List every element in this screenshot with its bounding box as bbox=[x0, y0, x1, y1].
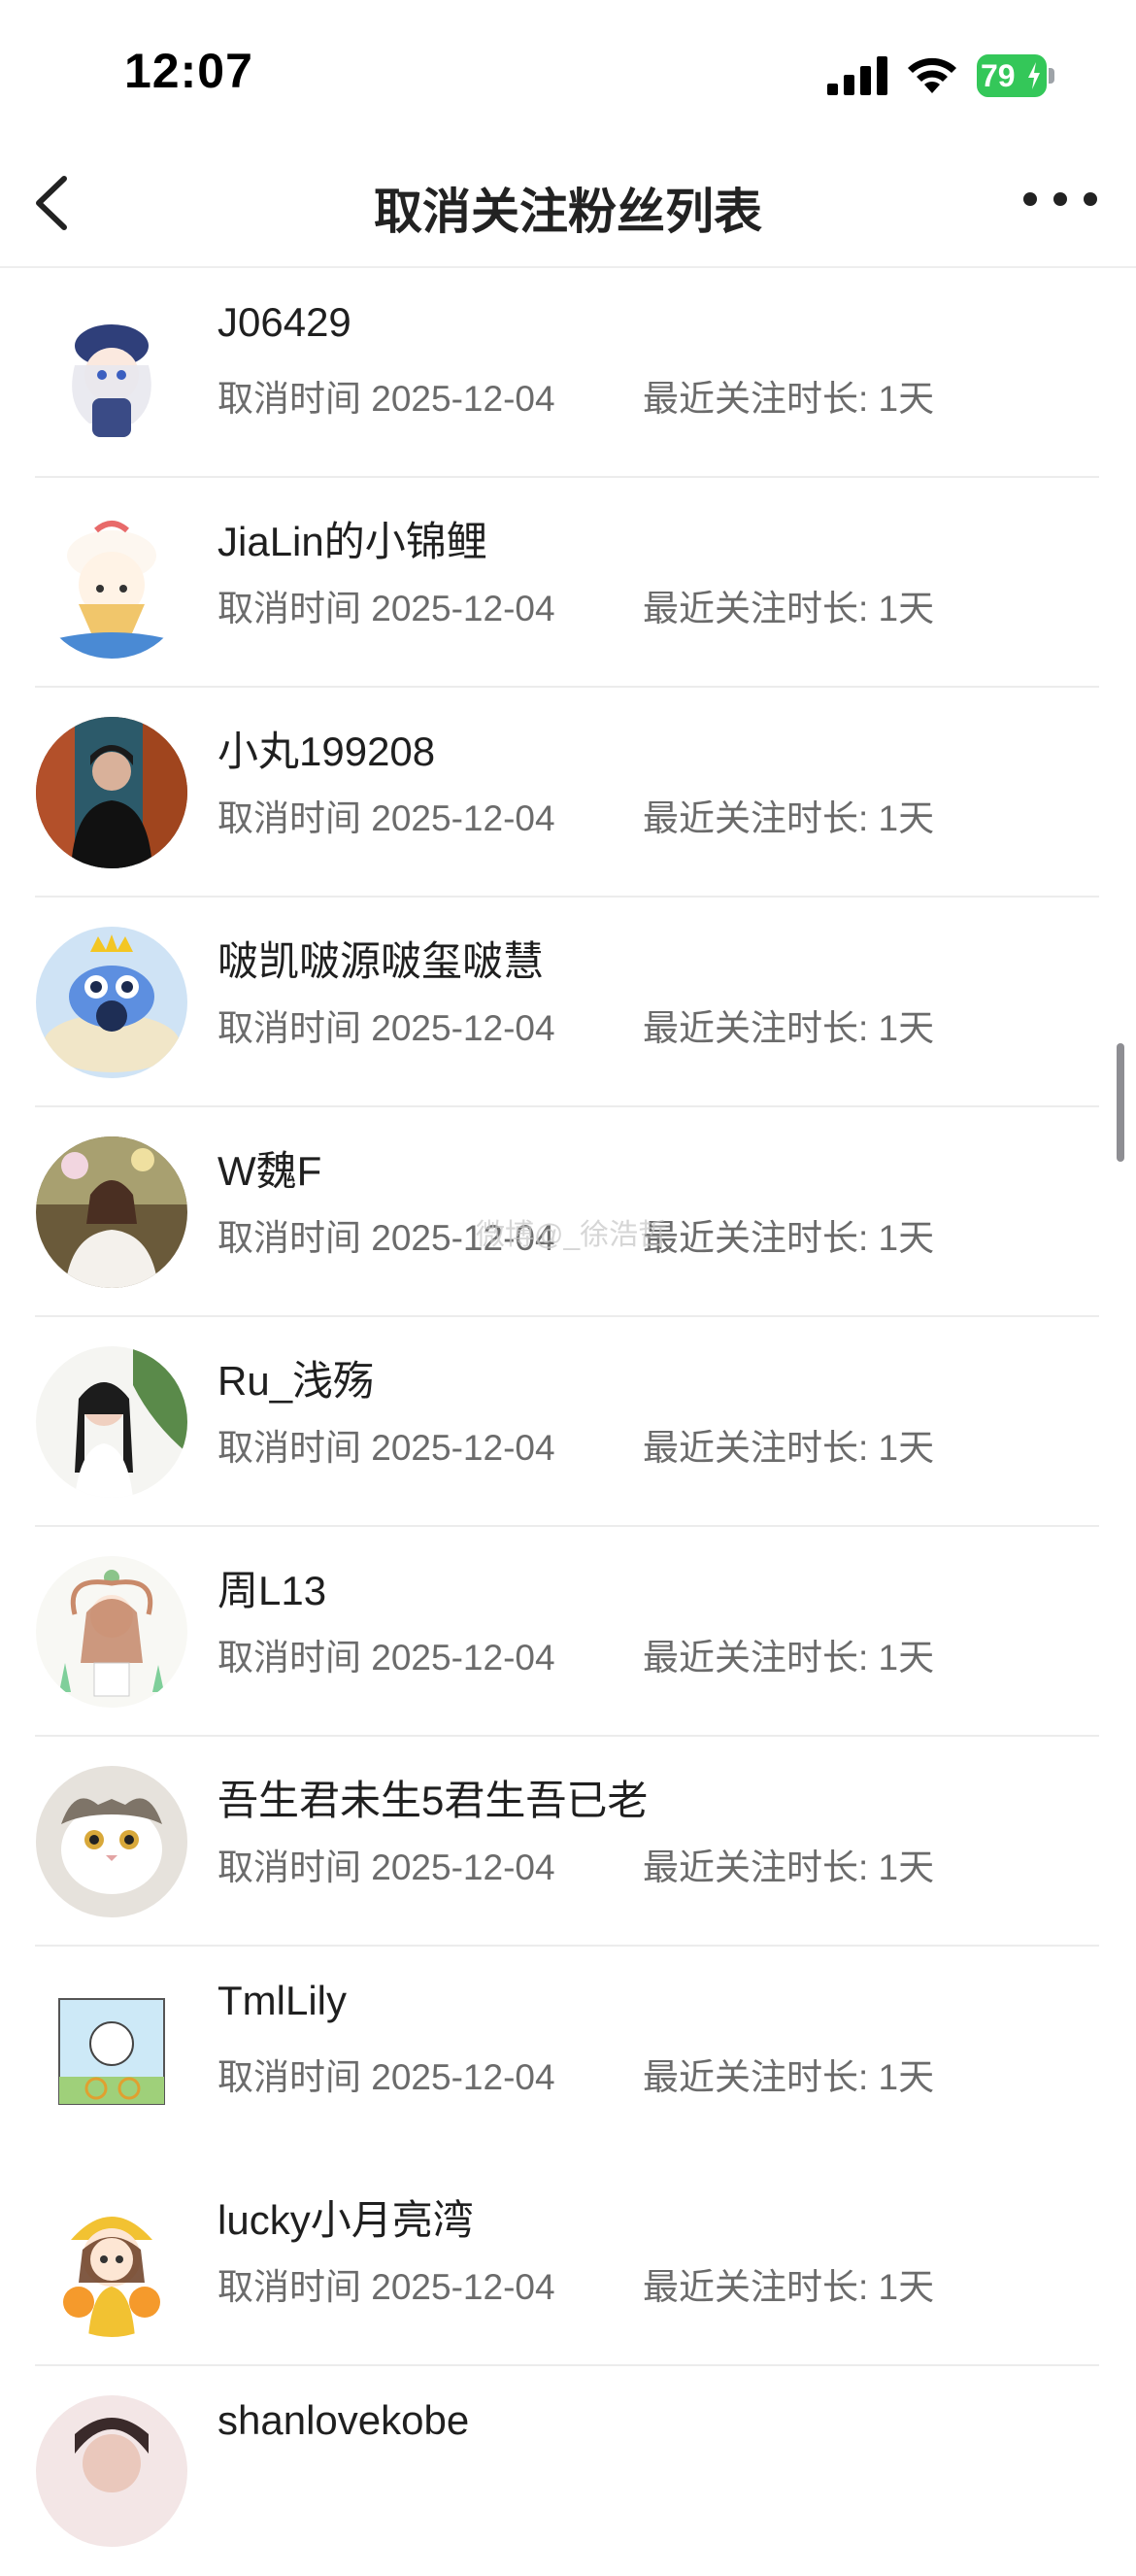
cellular-signal-icon bbox=[827, 56, 887, 95]
user-name[interactable]: shanlovekobe bbox=[217, 2397, 469, 2444]
avatar[interactable] bbox=[36, 1976, 187, 2127]
list-item[interactable]: Ru_浅殇 取消时间 2025-12-04 最近关注时长: 1天 bbox=[35, 1317, 1099, 1527]
status-bar: 12:07 79 bbox=[0, 0, 1136, 146]
avatar[interactable] bbox=[36, 1346, 187, 1498]
list-item[interactable]: JiaLin的小锦鲤 取消时间 2025-12-04 最近关注时长: 1天 bbox=[35, 478, 1099, 688]
list-item[interactable]: 小丸199208 取消时间 2025-12-04 最近关注时长: 1天 bbox=[35, 688, 1099, 898]
follow-duration: 最近关注时长: 1天 bbox=[643, 379, 935, 419]
cancel-time: 取消时间 2025-12-04 bbox=[217, 1428, 555, 1468]
user-name[interactable]: JiaLin的小锦鲤 bbox=[217, 509, 487, 568]
list-item[interactable]: 啵凯啵源啵玺啵慧 取消时间 2025-12-04 最近关注时长: 1天 bbox=[35, 898, 1099, 1107]
cancel-time: 取消时间 2025-12-04 bbox=[217, 379, 555, 419]
avatar[interactable] bbox=[36, 1556, 187, 1708]
cancel-time: 取消时间 2025-12-04 bbox=[217, 2057, 555, 2097]
avatar[interactable] bbox=[36, 507, 187, 659]
follow-duration: 最近关注时长: 1天 bbox=[643, 589, 935, 628]
user-name[interactable]: 小丸199208 bbox=[217, 719, 435, 778]
list-item[interactable]: 吾生君未生5君生吾已老 取消时间 2025-12-04 最近关注时长: 1天 bbox=[35, 1737, 1099, 1947]
avatar[interactable] bbox=[36, 927, 187, 1078]
more-dots-icon[interactable] bbox=[1021, 183, 1099, 218]
user-name[interactable]: lucky小月亮湾 bbox=[217, 2187, 474, 2247]
wifi-icon bbox=[908, 57, 956, 93]
follow-duration: 最近关注时长: 1天 bbox=[643, 1847, 935, 1887]
follow-duration: 最近关注时长: 1天 bbox=[643, 798, 935, 838]
follow-duration: 最近关注时长: 1天 bbox=[643, 1428, 935, 1468]
nav-bar: 取消关注粉丝列表 bbox=[0, 146, 1136, 268]
user-name[interactable]: W魏F bbox=[217, 1138, 321, 1198]
battery-level: 79 bbox=[981, 58, 1016, 93]
user-name[interactable]: 啵凯啵源啵玺啵慧 bbox=[217, 929, 544, 988]
avatar[interactable] bbox=[36, 297, 187, 449]
unfollow-list: J06429 取消时间 2025-12-04 最近关注时长: 1天 JiaLin… bbox=[0, 268, 1136, 2576]
follow-duration: 最近关注时长: 1天 bbox=[643, 1008, 935, 1048]
user-name[interactable]: 周L13 bbox=[217, 1558, 326, 1617]
avatar[interactable] bbox=[36, 717, 187, 868]
follow-duration: 最近关注时长: 1天 bbox=[643, 1218, 935, 1258]
user-name[interactable]: TmlLily bbox=[217, 1978, 347, 2024]
page-title: 取消关注粉丝列表 bbox=[374, 185, 762, 239]
user-name[interactable]: J06429 bbox=[217, 299, 351, 346]
watermark: 微博@_徐浩哲 bbox=[476, 1219, 668, 1251]
list-item[interactable]: J06429 取消时间 2025-12-04 最近关注时长: 1天 bbox=[35, 268, 1099, 478]
avatar[interactable] bbox=[36, 1136, 187, 1288]
cancel-time: 取消时间 2025-12-04 bbox=[217, 798, 555, 838]
scrollbar[interactable] bbox=[1117, 1043, 1124, 1162]
cancel-time: 取消时间 2025-12-04 bbox=[217, 2267, 555, 2307]
status-time: 12:07 bbox=[124, 44, 253, 98]
avatar[interactable] bbox=[36, 1766, 187, 1917]
list-item[interactable]: 周L13 取消时间 2025-12-04 最近关注时长: 1天 bbox=[35, 1527, 1099, 1737]
avatar[interactable] bbox=[36, 2186, 187, 2337]
list-item[interactable]: lucky小月亮湾 取消时间 2025-12-04 最近关注时长: 1天 bbox=[35, 2156, 1099, 2366]
list-item[interactable]: TmlLily 取消时间 2025-12-04 最近关注时长: 1天 bbox=[35, 1947, 1099, 2156]
user-name[interactable]: Ru_浅殇 bbox=[217, 1348, 374, 1407]
cancel-time: 取消时间 2025-12-04 bbox=[217, 1008, 555, 1048]
list-item[interactable]: shanlovekobe bbox=[35, 2366, 1099, 2576]
cancel-time: 取消时间 2025-12-04 bbox=[217, 1638, 555, 1678]
follow-duration: 最近关注时长: 1天 bbox=[643, 1638, 935, 1678]
follow-duration: 最近关注时长: 1天 bbox=[643, 2267, 935, 2307]
follow-duration: 最近关注时长: 1天 bbox=[643, 2057, 935, 2097]
battery-icon: 79 bbox=[977, 54, 1054, 97]
avatar[interactable] bbox=[36, 2395, 187, 2547]
cancel-time: 取消时间 2025-12-04 bbox=[217, 1847, 555, 1887]
cancel-time: 取消时间 2025-12-04 bbox=[217, 589, 555, 628]
user-name[interactable]: 吾生君未生5君生吾已老 bbox=[217, 1768, 648, 1827]
